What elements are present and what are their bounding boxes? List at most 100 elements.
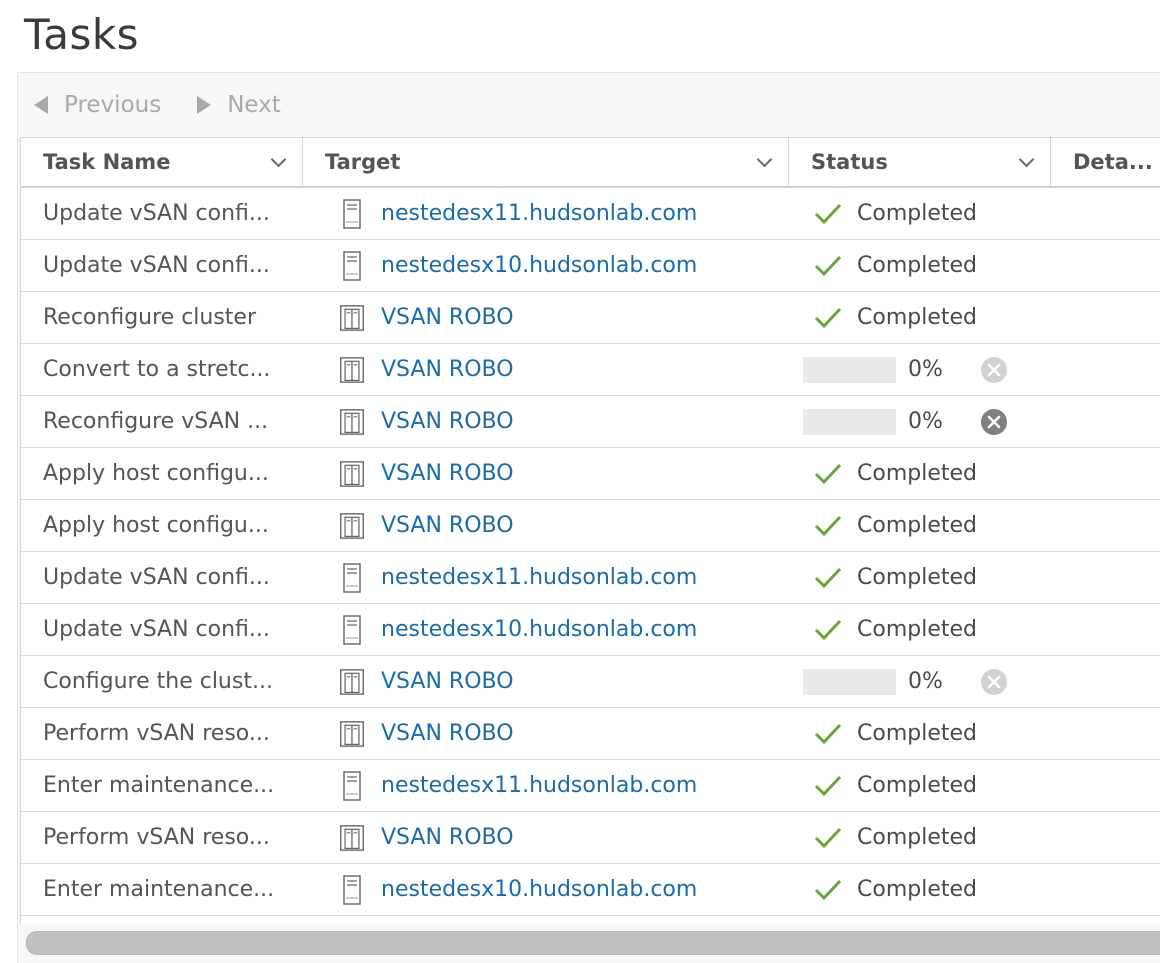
details-cell [1051,864,1160,915]
checkmark-icon [814,567,842,588]
task-name-cell: Update vSAN confi... [43,617,270,642]
target-link[interactable]: nestedesx10.hudsonlab.com [381,617,697,642]
target-cell: nestedesx10.hudsonlab.com [303,864,789,915]
checkmark-icon [814,619,842,640]
cancel-task-icon [981,668,1007,695]
status-cell: Completed [789,552,1051,603]
target-link[interactable]: nestedesx10.hudsonlab.com [381,877,697,902]
target-cell: VSAN ROBO [303,292,789,343]
table-row[interactable]: Convert to a stretc... VSAN ROBO 0% [21,344,1160,396]
status-text: Completed [857,721,977,746]
target-cell: nestedesx11.hudsonlab.com [303,552,789,603]
status-cell: Completed [789,188,1051,239]
cancel-task-icon[interactable] [980,408,1008,436]
target-cell: nestedesx11.hudsonlab.com [303,188,789,239]
column-header-target[interactable]: Target [303,138,789,186]
progress-bar [803,356,896,383]
target-link[interactable]: nestedesx11.hudsonlab.com [381,201,697,226]
cluster-icon [340,668,364,695]
target-cell: VSAN ROBO [303,500,789,551]
target-link[interactable]: VSAN ROBO [381,357,514,382]
table-row[interactable]: Update vSAN confi... nestedesx11.hudsonl… [21,552,1160,604]
target-cell: nestedesx11.hudsonlab.com [303,760,789,811]
table-row[interactable]: Apply host configu... VSAN ROBO Completed [21,500,1160,552]
details-cell [1051,396,1160,447]
target-link[interactable]: VSAN ROBO [381,721,514,746]
target-link[interactable]: VSAN ROBO [381,305,514,330]
task-name-cell: Enter maintenance... [43,773,275,798]
status-cell: Completed [789,760,1051,811]
progress-bar [803,408,896,435]
progress-percent: 0% [908,669,943,694]
pager: Previous Next [18,73,1160,137]
column-header-task-name[interactable]: Task Name [21,138,303,186]
status-cell: 0% [789,656,1051,707]
target-cell: VSAN ROBO [303,396,789,447]
next-button[interactable]: Next [197,92,281,118]
target-link[interactable]: VSAN ROBO [381,669,514,694]
checkmark-icon [814,307,842,328]
target-link[interactable]: VSAN ROBO [381,513,514,538]
status-cell: Completed [789,500,1051,551]
host-icon [343,770,361,801]
previous-label: Previous [64,92,162,118]
status-cell: Completed [789,812,1051,863]
column-header-details[interactable]: Deta... [1051,138,1160,186]
table-row[interactable]: Enter maintenance... nestedesx11.hudsonl… [21,760,1160,812]
cluster-icon [340,460,364,487]
task-name-cell: Update vSAN confi... [43,565,270,590]
next-arrow-icon [197,96,212,114]
column-header-status[interactable]: Status [789,138,1051,186]
table-row[interactable]: Configure the clust... VSAN ROBO 0% [21,656,1160,708]
table-row[interactable]: Apply host configu... VSAN ROBO Completed [21,448,1160,500]
task-name-cell: Perform vSAN reso... [43,825,270,850]
checkmark-icon [814,827,842,848]
status-text: Completed [857,773,977,798]
table-row[interactable]: Update vSAN confi... nestedesx10.hudsonl… [21,240,1160,292]
chevron-down-icon[interactable] [756,151,773,168]
task-name-cell: Convert to a stretc... [43,357,271,382]
target-cell: VSAN ROBO [303,448,789,499]
chevron-down-icon[interactable] [1018,151,1035,168]
task-name-cell: Perform vSAN reso... [43,721,270,746]
status-text: Completed [857,305,977,330]
previous-button[interactable]: Previous [34,92,161,118]
table-row[interactable]: Perform vSAN reso... VSAN ROBO Completed [21,708,1160,760]
chevron-down-icon[interactable] [270,151,287,168]
table-row[interactable]: Reconfigure vSAN ... VSAN ROBO 0% [21,396,1160,448]
column-label: Task Name [43,150,171,174]
horizontal-scrollbar[interactable] [26,931,1160,955]
target-link[interactable]: VSAN ROBO [381,409,514,434]
details-cell [1051,812,1160,863]
details-cell [1051,656,1160,707]
details-cell [1051,240,1160,291]
host-icon [343,562,361,593]
target-cell: VSAN ROBO [303,812,789,863]
status-text: Completed [857,201,977,226]
task-name-cell: Configure the clust... [43,669,273,694]
target-link[interactable]: VSAN ROBO [381,461,514,486]
target-cell: nestedesx10.hudsonlab.com [303,604,789,655]
table-row[interactable]: Perform vSAN reso... VSAN ROBO Completed [21,812,1160,864]
target-link[interactable]: nestedesx11.hudsonlab.com [381,565,697,590]
table-row[interactable]: Reconfigure cluster VSAN ROBO Completed [21,292,1160,344]
page-title: Tasks [24,10,140,59]
checkmark-icon [814,515,842,536]
checkmark-icon [814,203,842,224]
tasks-panel: Previous Next Task Name Target Status De… [17,72,1160,963]
target-link[interactable]: nestedesx10.hudsonlab.com [381,253,697,278]
column-label: Target [325,150,401,174]
previous-arrow-icon [34,96,48,114]
grid-header: Task Name Target Status Deta... [21,138,1160,188]
task-name-cell: Reconfigure vSAN ... [43,409,269,434]
target-link[interactable]: nestedesx11.hudsonlab.com [381,773,697,798]
table-row[interactable]: Update vSAN confi... nestedesx10.hudsonl… [21,604,1160,656]
status-cell: Completed [789,864,1051,915]
status-cell: 0% [789,396,1051,447]
details-cell [1051,344,1160,395]
target-link[interactable]: VSAN ROBO [381,825,514,850]
table-row[interactable]: Enter maintenance... nestedesx10.hudsonl… [21,864,1160,916]
target-cell: nestedesx10.hudsonlab.com [303,240,789,291]
details-cell [1051,500,1160,551]
table-row[interactable]: Update vSAN confi... nestedesx11.hudsonl… [21,188,1160,240]
